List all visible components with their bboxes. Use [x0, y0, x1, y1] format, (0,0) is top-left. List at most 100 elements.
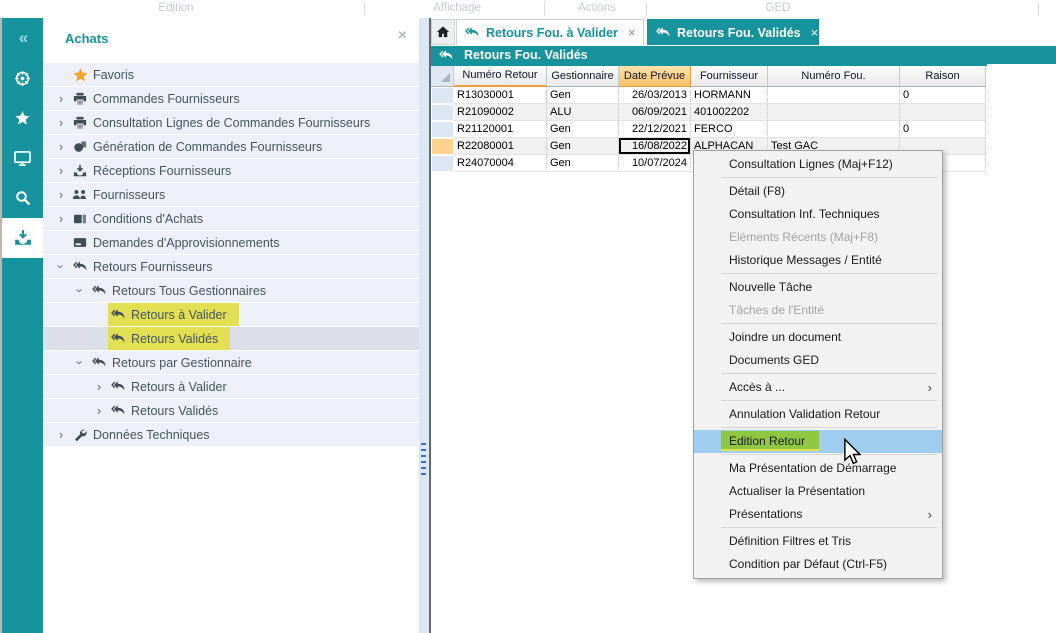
nav-item-retours-tous-gestionnaires[interactable]: ›Retours Tous Gestionnaires	[43, 279, 419, 303]
menu-item-condition-par-defaut-ctrl-f5[interactable]: Condition par Défaut (Ctrl-F5)	[694, 553, 942, 576]
column-header-numero-fou[interactable]: Numéro Fou.	[768, 66, 900, 87]
cell-gestionnaire[interactable]: Gen	[547, 87, 619, 104]
row-selector[interactable]	[431, 121, 454, 138]
tab-retours-fou-valides[interactable]: Retours Fou. Validés×	[647, 19, 819, 45]
table-row[interactable]: R13030001Gen26/03/2013HORMANN 0	[431, 87, 987, 104]
cell-fournisseur[interactable]: HORMANN	[691, 87, 768, 104]
menu-item-label: Tâches de l'Entité	[729, 303, 824, 317]
nav-item-fournisseurs[interactable]: ›Fournisseurs	[43, 183, 419, 207]
row-selector[interactable]	[431, 138, 454, 155]
chevron-down-icon[interactable]: ›	[52, 259, 70, 274]
nav-item-generation-de-commandes-fournisseurs[interactable]: ›Génération de Commandes Fournisseurs	[43, 135, 419, 159]
chevron-down-icon[interactable]: ›	[71, 355, 89, 370]
menu-item-edition-retour[interactable]: Edition Retour	[694, 430, 942, 453]
cell-numero-retour[interactable]: R24070004	[454, 155, 547, 172]
home-tab[interactable]	[431, 19, 455, 45]
menu-item-ma-presentation-de-demarrage[interactable]: Ma Présentation de Démarrage	[694, 457, 942, 480]
chevron-right-icon[interactable]: ›	[52, 427, 70, 442]
item-body: Retours à Valider	[108, 375, 227, 398]
reply-icon	[108, 333, 128, 344]
tab-retours-fou-a-valider[interactable]: Retours Fou. à Valider×	[456, 19, 644, 45]
cell-numero-retour[interactable]: R22080001	[454, 138, 547, 155]
menu-item-actualiser-la-presentation[interactable]: Actualiser la Présentation	[694, 480, 942, 503]
activity-star-button[interactable]	[2, 98, 43, 138]
menu-item-joindre-un-document[interactable]: Joindre un document	[694, 326, 942, 349]
cell-raison[interactable]	[900, 104, 986, 121]
activity-wheel-button[interactable]	[2, 58, 43, 98]
menu-item-detail-f8[interactable]: Détail (F8)	[694, 180, 942, 203]
cell-gestionnaire[interactable]: Gen	[547, 121, 619, 138]
chevron-down-icon[interactable]: ›	[71, 283, 89, 298]
close-icon[interactable]: ×	[811, 25, 819, 40]
nav-item-retours-valides[interactable]: Retours Validés	[43, 327, 419, 351]
cell-fournisseur[interactable]: FERCO	[691, 121, 768, 138]
cell-numero-retour[interactable]: R21090002	[454, 104, 547, 121]
nav-item-retours-a-valider[interactable]: Retours à Valider	[43, 303, 419, 327]
activity-collapse-sidebar-button[interactable]: «	[2, 18, 43, 58]
nav-item-retours-fournisseurs[interactable]: ›Retours Fournisseurs	[43, 255, 419, 279]
cell-date-prevue[interactable]: 10/07/2024	[619, 155, 691, 172]
scrollbar-handle-icon[interactable]	[421, 443, 426, 477]
select-all-cell[interactable]	[431, 66, 454, 87]
column-header-raison[interactable]: Raison	[900, 66, 986, 87]
column-header-fournisseur[interactable]: Fournisseur	[691, 66, 768, 87]
menu-item-nouvelle-tache[interactable]: Nouvelle Tâche	[694, 276, 942, 299]
cell-gestionnaire[interactable]: Gen	[547, 138, 619, 155]
nav-scrollbar[interactable]	[419, 18, 429, 633]
table-row[interactable]: R21120001Gen22/12/2021FERCO 0	[431, 121, 987, 138]
column-header-date-prevue[interactable]: Date Prévue	[619, 66, 691, 87]
cell-numero-retour[interactable]: R13030001	[454, 87, 547, 104]
nav-item-label: Retours à Valider	[131, 308, 227, 322]
row-selector[interactable]	[431, 155, 454, 172]
menu-item-documents-ged[interactable]: Documents GED	[694, 349, 942, 372]
menu-item-definition-filtres-et-tris[interactable]: Définition Filtres et Tris	[694, 530, 942, 553]
menu-item-annulation-validation-retour[interactable]: Annulation Validation Retour	[694, 403, 942, 426]
nav-item-commandes-fournisseurs[interactable]: ›Commandes Fournisseurs	[43, 87, 419, 111]
activity-search-button[interactable]	[2, 178, 43, 218]
cell-date-prevue[interactable]: 06/09/2021	[619, 104, 691, 121]
column-header-numero-retour[interactable]: Numéro Retour	[454, 66, 547, 87]
cell-numero-fou[interactable]	[768, 121, 900, 138]
chevron-right-icon[interactable]: ›	[52, 139, 70, 154]
column-header-gestionnaire[interactable]: Gestionnaire	[547, 66, 619, 87]
cell-gestionnaire[interactable]: Gen	[547, 155, 619, 172]
cell-raison[interactable]: 0	[900, 121, 986, 138]
nav-item-retours-a-valider[interactable]: ›Retours à Valider	[43, 375, 419, 399]
chevron-right-icon[interactable]: ›	[90, 403, 108, 418]
menu-item-consultation-inf-techniques[interactable]: Consultation Inf. Techniques	[694, 203, 942, 226]
cell-date-prevue[interactable]: 16/08/2022	[619, 138, 691, 155]
nav-item-receptions-fournisseurs[interactable]: ›Réceptions Fournisseurs	[43, 159, 419, 183]
chevron-right-icon[interactable]: ›	[52, 211, 70, 226]
nav-item-conditions-d-achats[interactable]: ›Conditions d'Achats	[43, 207, 419, 231]
activity-monitor-button[interactable]	[2, 138, 43, 178]
nav-item-retours-par-gestionnaire[interactable]: ›Retours par Gestionnaire	[43, 351, 419, 375]
chevron-right-icon[interactable]: ›	[52, 163, 70, 178]
cell-raison[interactable]: 0	[900, 87, 986, 104]
close-icon[interactable]: ×	[628, 25, 636, 40]
chevron-right-icon[interactable]: ›	[90, 379, 108, 394]
table-row[interactable]: R21090002ALU06/09/2021401002202	[431, 104, 987, 121]
activity-receive-tray-button[interactable]	[2, 218, 43, 258]
nav-item-demandes-d-approvisionnements[interactable]: Demandes d'Approvisionnements	[43, 231, 419, 255]
cell-numero-retour[interactable]: R21120001	[454, 121, 547, 138]
row-selector[interactable]	[431, 87, 454, 104]
chevron-right-icon[interactable]: ›	[52, 115, 70, 130]
menu-item-consultation-lignes-maj-f12[interactable]: Consultation Lignes (Maj+F12)	[694, 153, 942, 176]
cell-gestionnaire[interactable]: ALU	[547, 104, 619, 121]
close-icon[interactable]: ×	[398, 27, 407, 45]
cell-numero-fou[interactable]	[768, 87, 900, 104]
menu-item-acces-a[interactable]: Accès à ...›	[694, 376, 942, 399]
chevron-right-icon[interactable]: ›	[52, 187, 70, 202]
nav-item-retours-valides[interactable]: ›Retours Validés	[43, 399, 419, 423]
nav-item-donnees-techniques[interactable]: ›Données Techniques	[43, 423, 419, 447]
nav-item-favoris[interactable]: Favoris	[43, 63, 419, 87]
menu-item-presentations[interactable]: Présentations›	[694, 503, 942, 526]
row-selector[interactable]	[431, 104, 454, 121]
cell-date-prevue[interactable]: 26/03/2013	[619, 87, 691, 104]
cell-fournisseur[interactable]: 401002202	[691, 104, 768, 121]
cell-numero-fou[interactable]	[768, 104, 900, 121]
cell-date-prevue[interactable]: 22/12/2021	[619, 121, 691, 138]
chevron-right-icon[interactable]: ›	[52, 91, 70, 106]
nav-item-consultation-lignes-de-commandes-fournisseurs[interactable]: ›Consultation Lignes de Commandes Fourni…	[43, 111, 419, 135]
menu-item-historique-messages-entite[interactable]: Historique Messages / Entité	[694, 249, 942, 272]
